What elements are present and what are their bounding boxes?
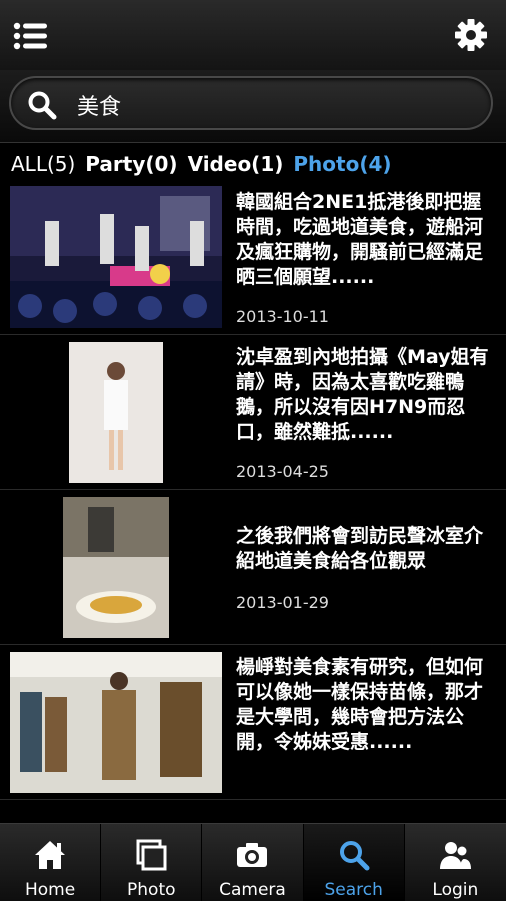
users-icon <box>440 842 472 869</box>
item-title: 韓國組合2NE1抵港後即把握時間，吃過地道美食，遊船河及瘋狂購物，開騷前已經滿足… <box>236 191 484 288</box>
menu-button[interactable] <box>13 22 49 50</box>
thumbnail <box>10 342 222 483</box>
filter-party[interactable]: Party(0) <box>85 152 177 182</box>
search-icon <box>339 841 370 871</box>
search-box[interactable] <box>9 76 493 130</box>
settings-button[interactable] <box>454 18 488 52</box>
item-date: 2013-10-11 <box>236 307 329 326</box>
gear-icon <box>455 19 487 51</box>
search-icon <box>27 90 57 120</box>
item-date: 2013-01-29 <box>236 593 329 612</box>
tab-label: Photo <box>127 880 176 900</box>
camera-icon <box>237 843 268 867</box>
home-icon <box>35 841 66 869</box>
list-item[interactable]: 之後我們將會到訪民聲冰室介紹地道美食給各位觀眾 2013-01-29 <box>0 490 506 645</box>
item-title: 之後我們將會到訪民聲冰室介紹地道美食給各位觀眾 <box>236 525 484 572</box>
tab-label: Search <box>324 880 383 900</box>
thumbnail <box>10 497 222 638</box>
search-bar-area <box>0 70 506 143</box>
search-input[interactable] <box>75 86 479 124</box>
result-list: 韓國組合2NE1抵港後即把握時間，吃過地道美食，遊船河及瘋狂購物，開騷前已經滿足… <box>0 180 506 800</box>
filter-all[interactable]: ALL(5) <box>11 152 75 182</box>
item-title: 楊崢對美食素有研究，但如何可以像她一樣保持苗條，那才是大學問，幾時會把方法公開，… <box>236 656 484 753</box>
hamburger-menu-icon <box>13 22 47 50</box>
filter-bar: ALL(5) Party(0) Video(1) Photo(4) <box>11 152 392 182</box>
filter-photo[interactable]: Photo(4) <box>293 152 391 182</box>
list-item[interactable]: 沈卓盈到內地拍攝《May姐有請》時，因為太喜歡吃雞鴨鵝，所以沒有因H7N9而忍口… <box>0 335 506 490</box>
tab-photo[interactable]: Photo <box>101 824 203 901</box>
tab-label: Camera <box>219 880 286 900</box>
thumbnail <box>10 186 222 328</box>
filter-video[interactable]: Video(1) <box>188 152 284 182</box>
bottom-tab-bar: Home Photo Camera Search Login <box>0 823 506 901</box>
tab-login[interactable]: Login <box>405 824 506 901</box>
list-item[interactable]: 韓國組合2NE1抵港後即把握時間，吃過地道美食，遊船河及瘋狂購物，開騷前已經滿足… <box>0 180 506 335</box>
tab-search[interactable]: Search <box>303 824 405 901</box>
tab-label: Home <box>24 880 76 900</box>
tab-camera[interactable]: Camera <box>202 824 304 901</box>
list-item[interactable]: 楊崢對美食素有研究，但如何可以像她一樣保持苗條，那才是大學問，幾時會把方法公開，… <box>0 645 506 800</box>
thumbnail <box>10 652 222 793</box>
item-date: 2013-04-25 <box>236 462 329 481</box>
tab-home[interactable]: Home <box>0 824 102 901</box>
item-title: 沈卓盈到內地拍攝《May姐有請》時，因為太喜歡吃雞鴨鵝，所以沒有因H7N9而忍口… <box>236 346 489 443</box>
tab-label: Login <box>432 880 479 900</box>
top-bar <box>0 0 506 70</box>
photo-icon <box>136 839 167 871</box>
